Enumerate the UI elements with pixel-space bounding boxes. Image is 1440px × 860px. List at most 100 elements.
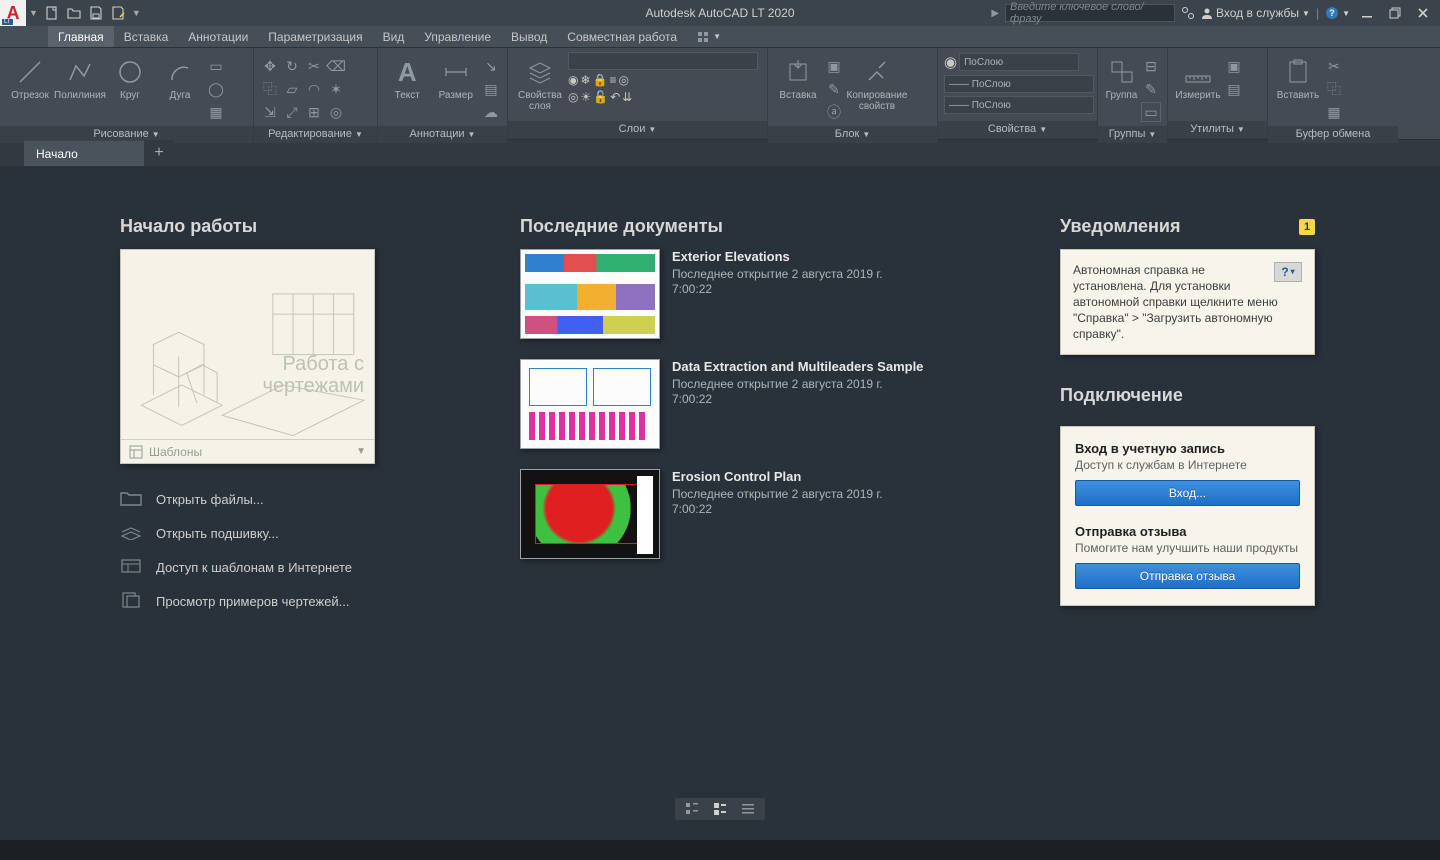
- measure-button[interactable]: Измерить: [1174, 52, 1222, 101]
- paste-button[interactable]: Вставить: [1274, 52, 1322, 101]
- start-drawing-card[interactable]: Работа с чертежами Шаблоны ▼: [120, 249, 375, 464]
- send-feedback-button[interactable]: Отправка отзыва: [1075, 563, 1300, 589]
- array-icon[interactable]: ⊞: [304, 102, 324, 122]
- group-button[interactable]: Группа: [1104, 52, 1139, 101]
- group-edit-icon[interactable]: ✎: [1141, 79, 1161, 99]
- tab-annotations[interactable]: Аннотации: [178, 26, 258, 47]
- help-download-icon[interactable]: ?▾: [1274, 262, 1302, 282]
- doc-thumb-1: [520, 249, 660, 339]
- new-tab-button[interactable]: +: [144, 140, 174, 166]
- create-block-icon[interactable]: ▣: [824, 56, 844, 76]
- match-props-button[interactable]: Копирование свойств: [846, 52, 908, 112]
- signin-big-button[interactable]: Вход...: [1075, 480, 1300, 506]
- cloud-icon[interactable]: ☁: [481, 102, 501, 122]
- color-swatches[interactable]: ◉ ПоСлою: [944, 52, 1091, 72]
- layer-off-icon[interactable]: ◎: [568, 90, 578, 104]
- search-input[interactable]: Введите ключевое слово/фразу: [1005, 4, 1175, 22]
- offset-icon[interactable]: ◎: [326, 102, 346, 122]
- tab-output[interactable]: Вывод: [501, 26, 557, 47]
- doc-thumb-3: [520, 469, 660, 559]
- layer-match-icon[interactable]: ≡: [610, 73, 617, 87]
- view-large-icon[interactable]: [713, 802, 727, 816]
- scale-icon[interactable]: ⤢: [282, 102, 302, 122]
- layer-dropdown[interactable]: [568, 52, 758, 70]
- ungroup-icon[interactable]: ⊟: [1141, 56, 1161, 76]
- open-icon[interactable]: [65, 4, 83, 22]
- file-tab-start[interactable]: Начало: [24, 140, 144, 166]
- cut-icon[interactable]: ✂: [1324, 56, 1344, 76]
- layer-freeze-icon[interactable]: ❄: [580, 73, 590, 87]
- lineweight-dropdown[interactable]: —— ПоСлою: [944, 75, 1094, 93]
- app-logo[interactable]: LT: [0, 0, 26, 26]
- rect-icon[interactable]: ▭: [206, 56, 226, 76]
- group-select-icon[interactable]: ▭: [1141, 102, 1161, 122]
- saveas-icon[interactable]: [109, 4, 127, 22]
- online-templates-link[interactable]: Доступ к шаблонам в Интернете: [120, 550, 520, 584]
- mirror-icon[interactable]: ▱: [282, 79, 302, 99]
- insert-block-button[interactable]: Вставка: [774, 52, 822, 101]
- tab-insert[interactable]: Вставка: [114, 26, 179, 47]
- hatch-icon[interactable]: ▦: [206, 102, 226, 122]
- paste-special-icon[interactable]: ▦: [1324, 102, 1344, 122]
- layer-thaw-icon[interactable]: ☀: [580, 90, 591, 104]
- move-icon[interactable]: ✥: [260, 56, 280, 76]
- panel-edit: ✥⿻⇲ ↻▱⤢ ✂◠⊞ ⌫✶◎ Редактирование▼: [254, 48, 378, 139]
- restore-button[interactable]: [1384, 2, 1406, 24]
- circle-button[interactable]: Круг: [106, 52, 154, 101]
- edit-block-icon[interactable]: ✎: [824, 79, 844, 99]
- open-files-link[interactable]: Открыть файлы...: [120, 482, 520, 516]
- polyline-button[interactable]: Полилиния: [56, 52, 104, 101]
- layer-props-button[interactable]: Свойства слоя: [514, 52, 566, 112]
- quickcalc-icon[interactable]: ▤: [1224, 79, 1244, 99]
- layer-on-icon[interactable]: ◉: [568, 73, 578, 87]
- trim-icon[interactable]: ✂: [304, 56, 324, 76]
- copy-icon[interactable]: ⿻: [260, 79, 280, 99]
- tab-home[interactable]: Главная: [48, 26, 114, 47]
- table-icon[interactable]: ▤: [481, 79, 501, 99]
- start-page: Начало работы: [0, 166, 1440, 840]
- recent-doc[interactable]: Data Extraction and Multileaders Sample …: [520, 359, 1020, 449]
- line-button[interactable]: Отрезок: [6, 52, 54, 101]
- sample-drawings-link[interactable]: Просмотр примеров чертежей...: [120, 584, 520, 618]
- help-icon[interactable]: ?▼: [1325, 6, 1350, 20]
- layer-prev-icon[interactable]: ↶: [610, 90, 620, 104]
- templates-dropdown[interactable]: Шаблоны ▼: [121, 439, 374, 463]
- qat-dropdown-icon[interactable]: ▼: [129, 8, 144, 18]
- layer-unlock-icon[interactable]: 🔓: [593, 90, 608, 104]
- tab-featured-apps[interactable]: ▼: [687, 26, 731, 47]
- view-small-icon[interactable]: [685, 802, 699, 816]
- recent-doc[interactable]: Exterior Elevations Последнее открытие 2…: [520, 249, 1020, 339]
- app-menu-dropdown-icon[interactable]: ▼: [26, 8, 41, 18]
- view-list-icon[interactable]: [741, 802, 755, 816]
- text-button[interactable]: AТекст: [384, 52, 431, 101]
- tab-view[interactable]: Вид: [373, 26, 415, 47]
- open-sheetset-link[interactable]: Открыть подшивку...: [120, 516, 520, 550]
- fillet-icon[interactable]: ◠: [304, 79, 324, 99]
- recent-doc[interactable]: Erosion Control Plan Последнее открытие …: [520, 469, 1020, 559]
- attr-icon[interactable]: ⓐ: [824, 102, 844, 122]
- linetype-dropdown[interactable]: —— ПоСлою: [944, 96, 1094, 114]
- signin-button[interactable]: Вход в службы ▼: [1201, 6, 1310, 20]
- dimension-button[interactable]: Размер: [433, 52, 480, 101]
- explode-icon[interactable]: ✶: [326, 79, 346, 99]
- color-wheel-icon[interactable]: ◉: [944, 53, 957, 71]
- minimize-button[interactable]: [1356, 2, 1378, 24]
- close-button[interactable]: [1412, 2, 1434, 24]
- tab-collab[interactable]: Совместная работа: [557, 26, 687, 47]
- select-all-icon[interactable]: ▣: [1224, 56, 1244, 76]
- copy-clip-icon[interactable]: ⿻: [1324, 79, 1344, 99]
- save-icon[interactable]: [87, 4, 105, 22]
- arc-button[interactable]: Дуга: [156, 52, 204, 101]
- tab-manage[interactable]: Управление: [414, 26, 501, 47]
- leader-icon[interactable]: ↘: [481, 56, 501, 76]
- erase-icon[interactable]: ⌫: [326, 56, 346, 76]
- layer-lock-icon[interactable]: 🔒: [593, 73, 608, 87]
- layer-iso-icon[interactable]: ◎: [619, 73, 629, 87]
- ellipse-icon[interactable]: ◯: [206, 79, 226, 99]
- rotate-icon[interactable]: ↻: [282, 56, 302, 76]
- tab-parametric[interactable]: Параметризация: [258, 26, 372, 47]
- exchange-icon[interactable]: [1181, 6, 1195, 20]
- layer-merge-icon[interactable]: ⇊: [622, 90, 632, 104]
- stretch-icon[interactable]: ⇲: [260, 102, 280, 122]
- new-icon[interactable]: [43, 4, 61, 22]
